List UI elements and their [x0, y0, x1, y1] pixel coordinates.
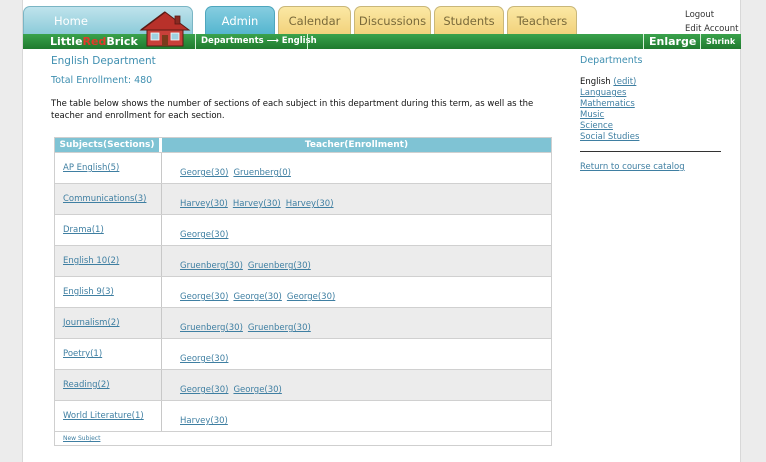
teacher-cell: Gruenberg(30) Gruenberg(30)	[162, 308, 551, 338]
teacher-cell: George(30)	[162, 215, 551, 245]
breadcrumb: Departments ⟶ English	[201, 36, 317, 46]
page: Home Admin Calendar Discussions Students…	[22, 0, 742, 462]
teacher-link[interactable]: George(30)	[180, 230, 228, 240]
teacher-link[interactable]: Gruenberg(30)	[180, 323, 243, 333]
scrollbar[interactable]	[741, 0, 766, 462]
page-title: English Department	[51, 55, 156, 67]
sidebar-title: Departments	[580, 55, 643, 66]
edit-account-link[interactable]: Edit Account	[685, 24, 738, 34]
department-list: English (edit) Languages Mathematics Mus…	[580, 77, 644, 143]
subject-link[interactable]: World Literature(1)	[63, 411, 144, 421]
return-to-catalog-link[interactable]: Return to course catalog	[580, 162, 685, 172]
subject-cell: Drama(1)	[55, 215, 162, 245]
brand-part-brick: Brick	[106, 35, 138, 48]
teacher-link[interactable]: Harvey(30)	[180, 199, 228, 209]
subject-cell: Poetry(1)	[55, 339, 162, 369]
teacher-link[interactable]: George(30)	[233, 385, 281, 395]
table-row: AP English(5) George(30) Gruenberg(0)	[55, 152, 551, 183]
subject-link[interactable]: Reading(2)	[63, 380, 110, 390]
teacher-cell: George(30)	[162, 339, 551, 369]
table-row: World Literature(1) Harvey(30)	[55, 400, 551, 431]
teacher-cell: Harvey(30) Harvey(30) Harvey(30)	[162, 184, 551, 214]
table-row: Reading(2) George(30) George(30)	[55, 369, 551, 400]
table-row: Poetry(1) George(30)	[55, 338, 551, 369]
teacher-link[interactable]: Gruenberg(30)	[248, 261, 311, 271]
department-link-social-studies[interactable]: Social Studies	[580, 132, 639, 142]
tab-discussions[interactable]: Discussions	[354, 6, 431, 34]
logout-link[interactable]: Logout	[685, 10, 714, 20]
teacher-link[interactable]: George(30)	[233, 292, 281, 302]
teacher-link[interactable]: George(30)	[180, 385, 228, 395]
green-bar: LittleRedBrick Departments ⟶ English Enl…	[23, 34, 742, 49]
tab-teachers[interactable]: Teachers	[507, 6, 577, 34]
subject-link[interactable]: Drama(1)	[63, 225, 104, 235]
table-row: English 10(2) Gruenberg(30) Gruenberg(30)	[55, 245, 551, 276]
edit-department-link[interactable]: (edit)	[613, 77, 636, 87]
teacher-link[interactable]: Gruenberg(0)	[233, 168, 291, 178]
separator	[195, 34, 196, 49]
subject-link[interactable]: English 10(2)	[63, 256, 119, 266]
department-link-music[interactable]: Music	[580, 110, 604, 120]
teacher-link[interactable]: George(30)	[180, 292, 228, 302]
teacher-cell: George(30) George(30)	[162, 370, 551, 400]
house-logo-icon	[139, 11, 191, 47]
subject-cell: Communications(3)	[55, 184, 162, 214]
new-subject-link[interactable]: New Subject	[63, 435, 100, 442]
shrink-button[interactable]: Shrink	[706, 34, 735, 49]
brand-logo[interactable]: LittleRedBrick	[50, 34, 138, 49]
separator	[700, 34, 701, 49]
sidebar-divider	[580, 151, 721, 152]
brand-part-red: Red	[82, 35, 107, 48]
subject-cell: World Literature(1)	[55, 401, 162, 431]
teacher-link[interactable]: Gruenberg(30)	[180, 261, 243, 271]
brand-part-little: Little	[50, 35, 83, 48]
department-link-languages[interactable]: Languages	[580, 88, 626, 98]
teacher-cell: Gruenberg(30) Gruenberg(30)	[162, 246, 551, 276]
subject-link[interactable]: Journalism(2)	[63, 318, 120, 328]
teacher-link[interactable]: George(30)	[180, 354, 228, 364]
table-header: Subjects(Sections) Teacher(Enrollment)	[55, 138, 551, 152]
teacher-link[interactable]: George(30)	[180, 168, 228, 178]
table-body: AP English(5) George(30) Gruenberg(0) Commu…	[55, 152, 551, 431]
department-link-science[interactable]: Science	[580, 121, 613, 131]
table-row: Drama(1) George(30)	[55, 214, 551, 245]
header-subjects: Subjects(Sections)	[55, 138, 162, 152]
subject-cell: English 10(2)	[55, 246, 162, 276]
table-row: Communications(3) Harvey(30) Harvey(30) Har…	[55, 183, 551, 214]
tab-students[interactable]: Students	[434, 6, 504, 34]
table-row: English 9(3) George(30) George(30) George(3…	[55, 276, 551, 307]
enlarge-button[interactable]: Enlarge	[649, 34, 696, 49]
subject-cell: AP English(5)	[55, 153, 162, 183]
separator	[307, 34, 308, 49]
subject-link[interactable]: English 9(3)	[63, 287, 114, 297]
current-department: English	[580, 77, 611, 87]
top-nav: Home Admin Calendar Discussions Students…	[23, 6, 742, 34]
sections-table: Subjects(Sections) Teacher(Enrollment) A…	[54, 137, 552, 446]
teacher-cell: Harvey(30)	[162, 401, 551, 431]
teacher-link[interactable]: George(30)	[287, 292, 335, 302]
teacher-link[interactable]: Harvey(30)	[180, 416, 228, 426]
teacher-cell: George(30) George(30) George(30)	[162, 277, 551, 307]
table-row: Journalism(2) Gruenberg(30) Gruenberg(30)	[55, 307, 551, 338]
tab-calendar[interactable]: Calendar	[278, 6, 351, 34]
teacher-cell: George(30) Gruenberg(0)	[162, 153, 551, 183]
department-current: English (edit)	[580, 77, 644, 88]
teacher-link[interactable]: Harvey(30)	[233, 199, 281, 209]
tab-admin[interactable]: Admin	[205, 6, 275, 34]
subject-cell: English 9(3)	[55, 277, 162, 307]
new-subject-row: New Subject	[55, 431, 551, 445]
subject-link[interactable]: Communications(3)	[63, 194, 146, 204]
description-text: The table below shows the number of sect…	[51, 99, 534, 121]
teacher-link[interactable]: Harvey(30)	[286, 199, 334, 209]
teacher-link[interactable]: Gruenberg(30)	[248, 323, 311, 333]
total-enrollment: Total Enrollment: 480	[51, 75, 153, 86]
header-teachers: Teacher(Enrollment)	[162, 138, 551, 152]
subject-link[interactable]: Poetry(1)	[63, 349, 102, 359]
subject-cell: Reading(2)	[55, 370, 162, 400]
department-link-mathematics[interactable]: Mathematics	[580, 99, 635, 109]
subject-cell: Journalism(2)	[55, 308, 162, 338]
subject-link[interactable]: AP English(5)	[63, 163, 119, 173]
separator	[643, 34, 644, 49]
